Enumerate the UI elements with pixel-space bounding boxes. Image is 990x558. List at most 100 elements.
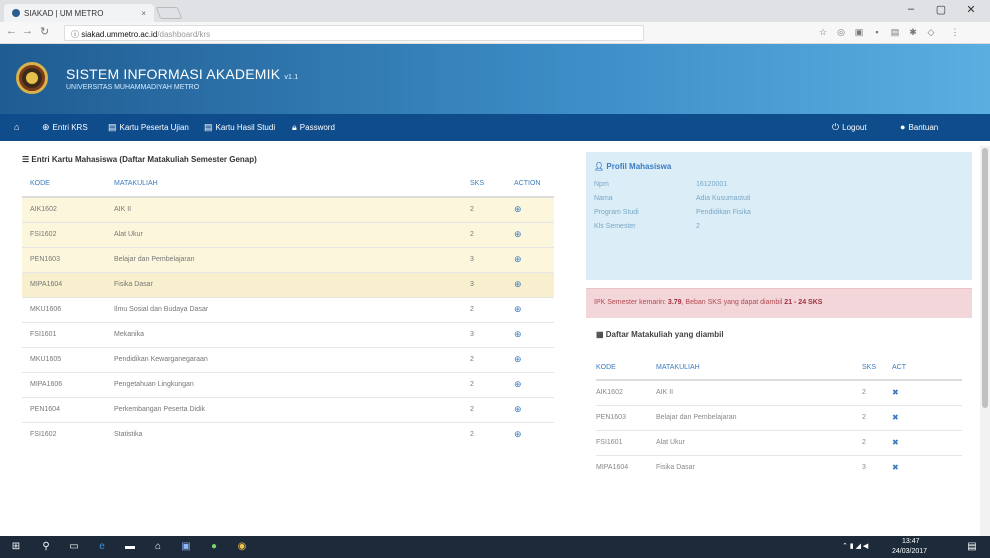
browser-tab-bar: SIAKAD | UM METRO × – ▢ ✕ xyxy=(0,0,990,22)
add-course-icon[interactable]: ⊕ xyxy=(514,429,522,439)
tray-icons[interactable]: ⌃ ▮ ◢ ◀ xyxy=(842,542,868,550)
table-row: MIPA1606 Pengetahuan Lingkungan 2 ⊕ xyxy=(22,371,554,397)
add-course-icon[interactable]: ⊕ xyxy=(514,354,522,364)
right-column: 👤︎ Profil Mahasiswa Npm 16120001 Nama Adia … xyxy=(586,152,972,520)
cell-action: ⊕ xyxy=(506,371,554,397)
cell-sks: 2 xyxy=(462,421,506,447)
add-course-icon[interactable]: ⊕ xyxy=(514,254,522,264)
notification-icon[interactable]: ▤ xyxy=(966,541,978,553)
page-scrollbar[interactable] xyxy=(980,146,990,536)
list-icon: ▦ xyxy=(596,330,606,339)
window-maximize-button[interactable]: ▢ xyxy=(926,3,956,16)
extension-icon[interactable]: ◇ xyxy=(926,27,936,37)
window-minimize-button[interactable]: – xyxy=(896,3,926,15)
bookmark-star-icon[interactable]: ☆ xyxy=(818,27,828,37)
app-title-text: SISTEM INFORMASI AKADEMIK xyxy=(66,66,281,82)
cell-act: ✖ xyxy=(892,404,962,430)
table-row: PEN1603 Belajar dan Pembelajaran 2 ✖ xyxy=(596,404,962,430)
profile-title: 👤︎ Profil Mahasiswa xyxy=(594,162,964,171)
back-icon[interactable]: ← xyxy=(6,25,17,37)
cell-matakuliah: Fisika Dasar xyxy=(106,271,462,297)
remove-course-icon[interactable]: ✖ xyxy=(892,413,899,422)
taken-table: KODE MATAKULIAH SKS ACT AIK1602 AIK II 2 ✖ P… xyxy=(596,356,962,480)
search-icon[interactable]: ⚲ xyxy=(40,541,52,553)
scrollbar-thumb[interactable] xyxy=(982,148,988,408)
cell-matakuliah: Perkembangan Peserta Didik xyxy=(106,396,462,422)
add-course-icon[interactable]: ⊕ xyxy=(514,229,522,239)
nav-label: Kartu Peserta Ujian xyxy=(119,123,189,132)
cell-matakuliah: Statistika xyxy=(106,421,462,447)
nav-kartu-hasil-studi[interactable]: ▤ Kartu Hasil Studi xyxy=(204,114,275,141)
remove-course-icon[interactable]: ✖ xyxy=(892,438,899,447)
remove-course-icon[interactable]: ✖ xyxy=(892,388,899,397)
chrome-icon[interactable]: ◉ xyxy=(236,541,248,553)
cell-kode: AIK1602 xyxy=(596,379,656,405)
table-row: FSI1601 Alat Ukur 2 ✖ xyxy=(596,429,962,455)
add-course-icon[interactable]: ⊕ xyxy=(514,304,522,314)
store-icon[interactable]: ⌂ xyxy=(152,541,164,553)
profile-key: Nama xyxy=(594,195,613,202)
extension-icon[interactable]: ✱ xyxy=(908,27,918,37)
cell-action: ⊕ xyxy=(506,421,554,447)
table-row: AIK1602 AIK II 2 ⊕ xyxy=(22,196,554,222)
add-course-icon[interactable]: ⊕ xyxy=(514,204,522,214)
nav-entri-krs[interactable]: ⊕ Entri KRS xyxy=(42,114,88,141)
cell-kode: PEN1603 xyxy=(596,404,656,430)
krs-panel: ☰ Entri Kartu Mahasiswa (Daftar Matakuli… xyxy=(22,155,554,485)
add-course-icon[interactable]: ⊕ xyxy=(514,404,522,414)
reload-icon[interactable]: ↻ xyxy=(40,25,49,38)
cell-matakuliah: Alat Ukur xyxy=(656,429,862,455)
add-course-icon[interactable]: ⊕ xyxy=(514,329,522,339)
task-view-icon[interactable]: ▭ xyxy=(68,541,80,553)
app-icon[interactable]: ▣ xyxy=(180,541,192,553)
remove-course-icon[interactable]: ✖ xyxy=(892,463,899,472)
new-tab-button[interactable] xyxy=(155,7,183,19)
nav-label: Bantuan xyxy=(908,123,939,132)
file-explorer-icon[interactable]: ▬ xyxy=(124,541,136,553)
browser-menu-icon[interactable]: ⋮ xyxy=(950,27,960,37)
nav-label: Kartu Hasil Studi xyxy=(215,123,276,132)
table-row: PEN1603 Belajar dan Pembelajaran 3 ⊕ xyxy=(22,246,554,272)
cell-action: ⊕ xyxy=(506,271,554,297)
nav-logout[interactable]: ⏻ Logout xyxy=(832,114,867,141)
add-course-icon[interactable]: ⊕ xyxy=(514,379,522,389)
col-action: ACTION xyxy=(506,171,554,198)
app-subtitle: UNIVERSITAS MUHAMMADIYAH METRO xyxy=(66,84,200,91)
cell-kode: MKU1606 xyxy=(22,296,106,322)
extension-icon[interactable]: ▪ xyxy=(872,27,882,37)
cell-kode: AIK1602 xyxy=(22,196,106,222)
cell-matakuliah: Belajar dan Pembelajaran xyxy=(656,404,862,430)
extension-icon[interactable]: ◎ xyxy=(836,27,846,37)
cell-kode: FSI1601 xyxy=(22,321,106,347)
clock-date[interactable]: 24/03/2017 xyxy=(892,548,927,555)
home-button[interactable]: ⌂ xyxy=(14,114,19,141)
windows-start-icon[interactable]: ⊞ xyxy=(10,541,22,553)
profile-panel: 👤︎ Profil Mahasiswa Npm 16120001 Nama Adia … xyxy=(586,152,972,280)
edge-icon[interactable]: e xyxy=(96,541,108,553)
window-close-button[interactable]: ✕ xyxy=(956,3,986,16)
cell-action: ⊕ xyxy=(506,321,554,347)
forward-icon[interactable]: → xyxy=(22,25,33,37)
add-course-icon[interactable]: ⊕ xyxy=(514,279,522,289)
profile-row: Program Studi Pendidikan Fisika xyxy=(594,209,964,223)
extension-icon[interactable]: ▣ xyxy=(854,27,864,37)
nav-bantuan[interactable]: ● Bantuan xyxy=(900,114,938,141)
url-input[interactable]: ⓘ siakad.ummetro.ac.id/dashboard/krs xyxy=(64,25,644,41)
cell-kode: MKU1605 xyxy=(22,346,106,372)
col-matakuliah: MATAKULIAH xyxy=(106,171,462,198)
extension-icon[interactable]: ▤ xyxy=(890,27,900,37)
profile-key: Kls Semester xyxy=(594,223,636,230)
col-matakuliah: MATAKULIAH xyxy=(656,356,862,381)
tab-close-icon[interactable]: × xyxy=(141,9,146,18)
profile-key: Program Studi xyxy=(594,209,639,216)
cell-matakuliah: AIK II xyxy=(106,196,462,222)
nav-password[interactable]: 🔒︎ Password xyxy=(292,114,335,141)
cell-kode: FSI1602 xyxy=(22,421,106,447)
cell-sks: 3 xyxy=(462,321,506,347)
nav-kartu-peserta-ujian[interactable]: ▤ Kartu Peserta Ujian xyxy=(108,114,189,141)
browser-tab[interactable]: SIAKAD | UM METRO × xyxy=(4,4,154,22)
clock-time[interactable]: 13:47 xyxy=(902,538,920,545)
app-icon[interactable]: ● xyxy=(208,541,220,553)
nav-label: Logout xyxy=(842,123,867,132)
cell-act: ✖ xyxy=(892,454,962,480)
